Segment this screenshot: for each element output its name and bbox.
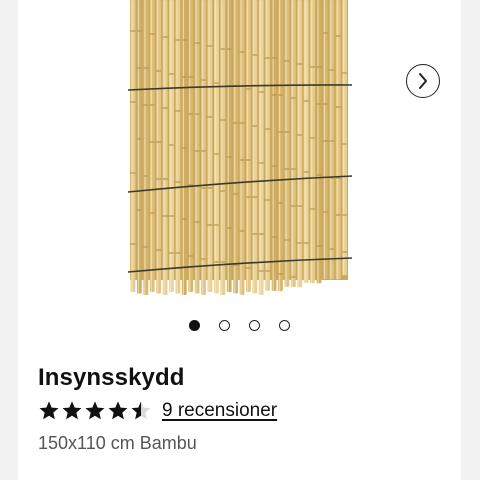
carousel-dot[interactable] — [219, 320, 230, 331]
chevron-right-icon — [419, 73, 427, 89]
carousel-dots — [18, 320, 461, 331]
star-full-icon — [85, 401, 105, 420]
carousel-dot[interactable] — [249, 320, 260, 331]
carousel-dot[interactable] — [279, 320, 290, 331]
rating-row: 9 recensioner — [38, 398, 277, 424]
star-rating — [38, 400, 152, 422]
product-card: Insynsskydd 9 recensioner 150x110 cm Bam… — [18, 0, 461, 480]
product-title: Insynsskydd — [38, 364, 185, 391]
star-full-icon — [108, 401, 128, 420]
product-image[interactable] — [18, 0, 461, 305]
product-subtitle: 150x110 cm Bambu — [38, 433, 197, 453]
reviews-link[interactable]: 9 recensioner — [162, 400, 277, 422]
next-image-button[interactable] — [406, 64, 440, 98]
bamboo-screen-image — [127, 0, 353, 295]
carousel-dot[interactable] — [189, 320, 200, 331]
star-half-icon — [131, 401, 151, 420]
star-full-icon — [62, 401, 82, 420]
star-full-icon — [39, 401, 59, 420]
